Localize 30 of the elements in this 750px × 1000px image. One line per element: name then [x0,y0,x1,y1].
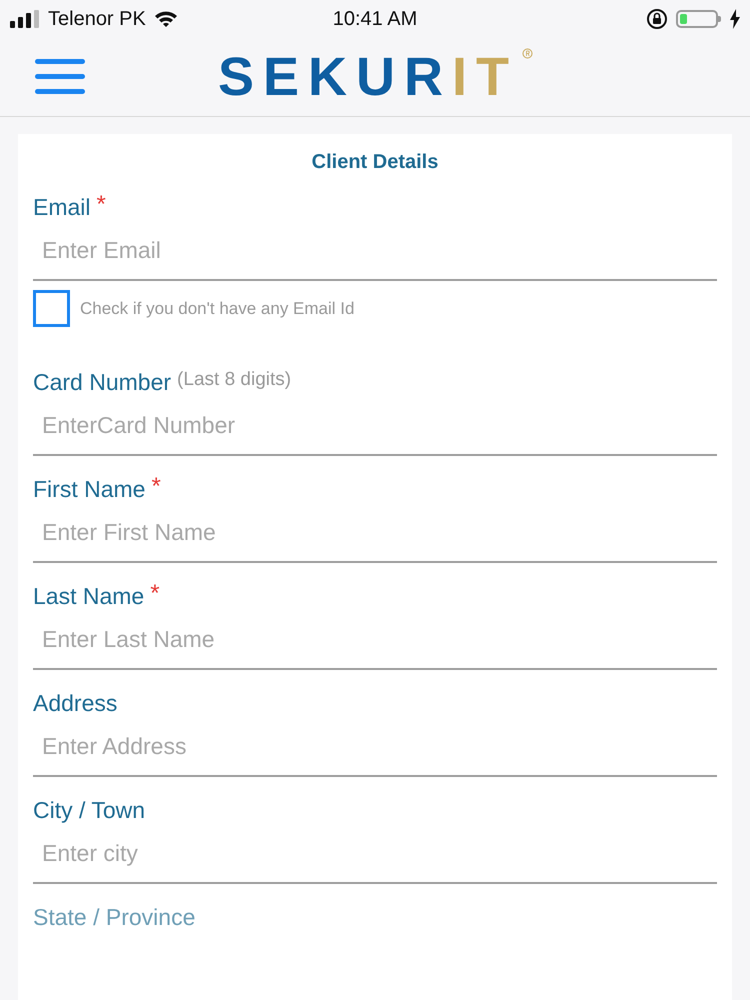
checkbox-label: Check if you don't have any Email Id [80,298,354,318]
input-field[interactable]: Enter Email [33,225,717,281]
battery-icon [676,10,718,28]
registered-mark-icon [522,48,534,59]
field-label: Email [33,194,91,221]
checkbox[interactable] [33,290,70,327]
field-label: Address [33,690,118,717]
field-hint: (Last 8 digits) [177,369,292,391]
input-field[interactable]: Enter city [33,828,717,884]
required-asterisk: * [150,583,160,605]
field-label: State / Province [33,904,196,931]
wifi-icon [154,10,178,28]
rotation-lock-icon [646,8,668,30]
input-field[interactable]: EnterCard Number [33,400,717,456]
input-field[interactable]: Enter Address [33,721,717,777]
form-title: Client Details [310,151,440,174]
input-field[interactable]: Enter First Name [33,507,717,563]
charging-icon [730,9,740,29]
required-asterisk: * [151,476,161,498]
field-label: Last Name [33,583,144,610]
field-label: Card Number [33,369,172,396]
required-asterisk: * [96,194,106,216]
logo-text: SEKUR IT [218,48,518,106]
clock-time: 10:41 AM [332,8,418,30]
field-label: City / Town [33,797,146,824]
carrier-name: Telenor PK [48,8,146,30]
field-label: First Name [33,476,146,503]
input-field[interactable]: Enter Last Name [33,614,717,670]
signal-icon [10,10,40,28]
menu-button[interactable] [35,57,85,97]
